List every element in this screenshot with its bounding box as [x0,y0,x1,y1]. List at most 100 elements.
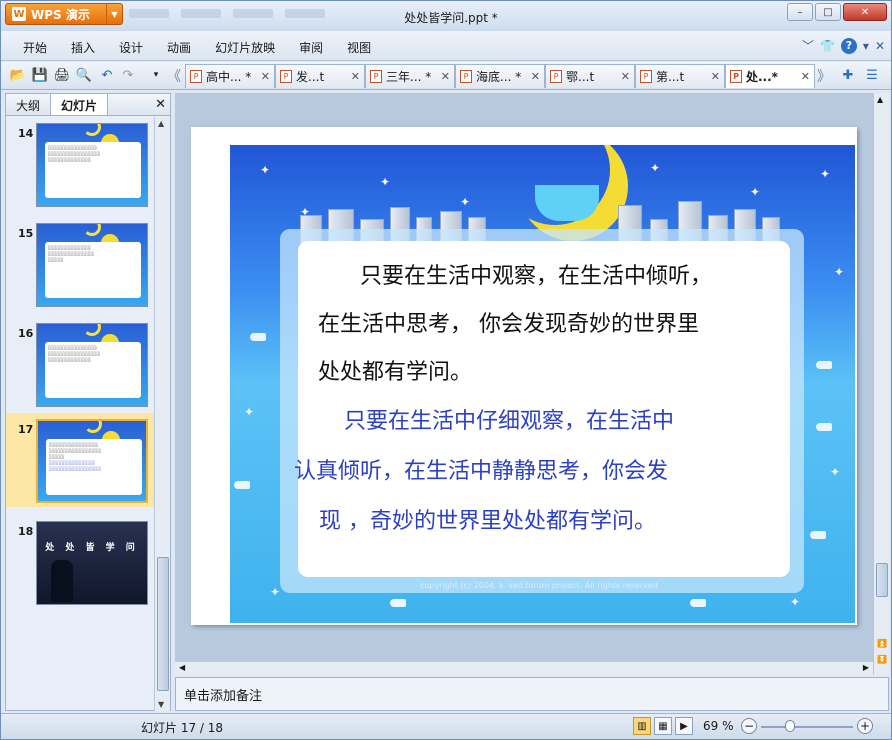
scrollbar-thumb[interactable] [157,557,169,691]
next-slide-icon[interactable]: ⏬ [877,655,887,664]
close-tab-icon[interactable]: ✕ [621,70,630,83]
zoom-slider-track[interactable] [761,726,853,728]
thumbnail-item-selected[interactable]: 17 ░░░░░░░░░░░░░░░░ ░░░░░░░░░░░░░░░░░ ░░░░… [6,413,154,507]
close-tab-icon[interactable]: ✕ [711,70,720,83]
slide-17[interactable]: ✦ ✦ ✦ ✦ ✦ ✦ ✦ ✦ ✦ ✦ ✦ ✦ 只要在生活中观察，在生活中倾听，… [230,145,855,623]
star-icon: ✦ [830,465,841,479]
slideshow-button[interactable]: ▶ [675,717,693,735]
close-tab-icon[interactable]: ✕ [441,70,450,83]
menu-review[interactable]: 审阅 [287,39,335,56]
tab-outline[interactable]: 大纲 [6,94,50,115]
tab-scroll-left-icon[interactable]: 《 [167,66,181,86]
wps-presentation-window: W WPS 演示 ▼ 处处皆学问.ppt * – □ ✕ 开始 插入 设计 动画… [0,0,892,740]
thumbnail-item[interactable]: 18 处 处 皆 学 问 [6,515,154,609]
doc-tab[interactable]: P 海底... * ✕ [455,64,545,88]
thumbnail-item[interactable]: 15 ░░░░░░░░░░░░░░ ░░░░░░░░░░░░░░░ ░░░░░ [6,217,154,311]
zoom-in-button[interactable]: + [857,718,873,734]
zoom-out-button[interactable]: − [741,718,757,734]
close-tab-icon[interactable]: ✕ [531,70,540,83]
text-box-blue[interactable]: 只要在生活中仔细观察，在生活中 认真倾听，在生活中静静思考，你会发 现 ，奇妙的… [294,397,784,547]
collapse-ribbon-icon[interactable]: ﹀ [802,37,814,54]
star-icon: ✦ [834,265,845,279]
menu-design[interactable]: 设计 [107,39,155,56]
prev-slide-icon[interactable]: ⏫ [877,639,887,648]
help-icon[interactable]: ? [840,37,857,54]
slide-thumbnail: ░░░░░░░░░░░░░░░░░░░░░░░░░░░░░░░░░░░░░░░░… [36,419,148,503]
close-tab-icon[interactable]: ✕ [801,70,810,83]
fish-icon [390,599,406,607]
title-bar: W WPS 演示 ▼ 处处皆学问.ppt * – □ ✕ [1,1,891,31]
thumbnail-item[interactable]: 16 ░░░░░░░░░░░░░░░░ ░░░░░░░░░░░░░░░░░ ░░░░… [6,317,154,411]
slide-thumbnail: ░░░░░░░░░░░░░░░░░░░░░░░░░░░░░░░░░░░░░░░░… [36,323,148,407]
fish-icon [234,481,250,489]
open-icon[interactable]: 📂 [9,66,27,84]
maximize-button[interactable]: □ [815,3,841,21]
menu-slideshow[interactable]: 幻灯片放映 [203,39,287,56]
menu-animation[interactable]: 动画 [155,39,203,56]
zoom-slider-knob[interactable] [785,720,795,732]
minimize-button[interactable]: – [787,3,813,21]
editor-horizontal-scrollbar[interactable]: ◀ ▶ [175,661,873,675]
text-line: 现 ，奇妙的世界里处处都有学问。 [319,509,656,534]
close-button[interactable]: ✕ [843,3,887,21]
slide-editor: ✦ ✦ ✦ ✦ ✦ ✦ ✦ ✦ ✦ ✦ ✦ ✦ 只要在生活中观察，在生活中倾听，… [175,93,889,675]
tab-list-icon[interactable]: ☰ [863,66,881,84]
doc-tab[interactable]: P 发...t ✕ [275,64,365,88]
editor-vertical-scrollbar[interactable]: ▲ ⏫ ⏬ [873,93,889,675]
doc-tab[interactable]: P 第...t ✕ [635,64,725,88]
doc-tab[interactable]: P 高中... * ✕ [185,64,275,88]
thumbnail-number: 17 [18,423,34,436]
save-icon[interactable]: 💾 [31,66,49,84]
menu-view[interactable]: 视图 [335,39,383,56]
menu-insert[interactable]: 插入 [59,39,107,56]
normal-view-button[interactable]: ▥ [633,717,651,735]
new-tab-icon[interactable]: ✚ [839,66,857,84]
ppt-file-icon: P [550,70,562,83]
doc-tab-label: 三年... * [386,70,432,84]
star-icon: ✦ [260,163,271,177]
menu-home[interactable]: 开始 [11,39,59,56]
ppt-file-icon: P [280,70,292,83]
scroll-up-icon[interactable]: ▲ [158,119,164,128]
star-icon: ✦ [820,167,831,181]
skin-icon[interactable]: 👕 [820,39,835,53]
print-icon[interactable]: 🖨 [53,66,71,84]
ppt-file-icon: P [460,70,472,83]
text-box-main[interactable]: 只要在生活中观察，在生活中倾听， 在生活中思考， 你会发现奇妙的世界里 处处都有… [318,253,778,397]
star-icon: ✦ [790,595,801,609]
slide-sorter-button[interactable]: ▦ [654,717,672,735]
tab-scroll-right-icon[interactable]: 》 [817,66,831,86]
fish-icon [816,361,832,369]
close-tab-icon[interactable]: ✕ [351,70,360,83]
ribbon-menu: 开始 插入 设计 动画 幻灯片放映 审阅 视图 [11,39,383,56]
doc-tab-active[interactable]: P 处...* ✕ [725,64,815,88]
slide-thumbnail: ░░░░░░░░░░░░░░░░░░░░░░░░░░░░░░░░░░░░░░░░… [36,123,148,207]
help-dropdown-icon[interactable]: ▾ [863,39,869,53]
undo-icon[interactable]: ↶ [98,66,116,84]
scroll-up-icon[interactable]: ▲ [877,95,883,104]
ppt-file-icon: P [640,70,652,83]
doc-tab[interactable]: P 鄂...t ✕ [545,64,635,88]
star-icon: ✦ [650,161,661,175]
scroll-left-icon[interactable]: ◀ [179,663,185,672]
close-tab-icon[interactable]: ✕ [261,70,270,83]
scrollbar-thumb[interactable] [876,563,888,597]
redo-icon[interactable]: ↷ [119,66,137,84]
ribbon-close-icon[interactable]: ✕ [875,39,885,53]
scroll-right-icon[interactable]: ▶ [863,663,869,672]
thumbnail-number: 14 [18,127,34,140]
thumbnail-scrollbar[interactable]: ▲ ▼ [154,117,170,711]
qat-dropdown-icon[interactable]: ▾ [147,66,165,84]
print-preview-icon[interactable]: 🔍 [75,66,93,84]
doc-tab-label: 海底... * [476,70,522,84]
star-icon: ✦ [380,175,391,189]
doc-tab[interactable]: P 三年... * ✕ [365,64,455,88]
doc-tab-label: 鄂...t [566,70,595,84]
slide-canvas[interactable]: ✦ ✦ ✦ ✦ ✦ ✦ ✦ ✦ ✦ ✦ ✦ ✦ 只要在生活中观察，在生活中倾听，… [191,127,857,625]
panel-close-icon[interactable]: ✕ [155,97,166,112]
notes-pane[interactable]: 单击添加备注 [175,677,889,711]
thumbnail-item[interactable]: 14 ░░░░░░░░░░░░░░░░ ░░░░░░░░░░░░░░░░░ ░░░░… [6,117,154,211]
thumbnail-number: 18 [18,525,34,538]
tab-slides[interactable]: 幻灯片 [50,94,109,115]
scroll-down-icon[interactable]: ▼ [158,700,164,709]
